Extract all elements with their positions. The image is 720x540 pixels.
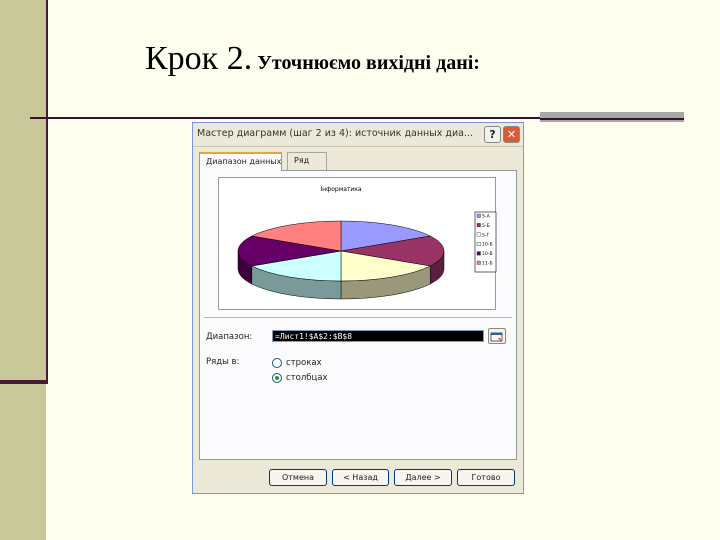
dialog-title: Мастер диаграмм (шаг 2 из 4): источник д… xyxy=(197,128,474,139)
cancel-button[interactable]: Отмена xyxy=(269,469,327,486)
tab-data-range[interactable]: Диапазон данных xyxy=(199,152,282,171)
legend-swatch xyxy=(476,251,481,256)
legend-label: 5-А xyxy=(482,214,491,220)
series-rows-label[interactable]: строках xyxy=(286,358,322,368)
legend-label: 11-Б xyxy=(482,261,493,267)
dialog-titlebar[interactable]: Мастер диаграмм (шаг 2 из 4): источник д… xyxy=(193,123,523,147)
slide-left-band xyxy=(0,0,46,540)
finish-button[interactable]: Готово xyxy=(457,469,515,486)
range-label: Диапазон: xyxy=(206,332,253,342)
slide-left-band-accent xyxy=(0,380,48,384)
chart-preview: Інформатика 5-А 5-Б 5-Г 10-Б 10-В 11-Б xyxy=(218,177,497,310)
series-columns-label[interactable]: столбцах xyxy=(286,373,328,383)
pie-chart: Інформатика 5-А 5-Б 5-Г 10-Б 10-В 11-Б xyxy=(237,186,497,300)
chart-title: Інформатика xyxy=(320,186,362,193)
legend-swatch xyxy=(476,260,481,265)
collapse-dialog-icon xyxy=(490,332,503,342)
slide-title: Крок 2. Уточнюємо вихідні дані: xyxy=(145,40,480,78)
legend-label: 10-Б xyxy=(482,242,493,248)
slide-left-band-border xyxy=(46,0,48,384)
tab-panel: Інформатика 5-А 5-Б 5-Г 10-Б 10-В 11-Б Диапаз… xyxy=(199,170,517,460)
title-underline-accent-line xyxy=(540,118,684,120)
title-underline-accent xyxy=(540,112,684,122)
help-button[interactable]: ? xyxy=(484,126,501,143)
range-input[interactable]: =Лист1!$A$2:$B$8 xyxy=(272,330,484,342)
legend-label: 5-Б xyxy=(482,223,490,229)
legend-swatch xyxy=(476,223,481,228)
legend-label: 5-Г xyxy=(482,232,490,238)
legend-swatch xyxy=(476,232,481,237)
tab-series[interactable]: Ряд xyxy=(287,152,327,170)
legend-swatch xyxy=(476,242,481,246)
legend-label: 10-В xyxy=(482,251,493,257)
chart-wizard-dialog: Мастер диаграмм (шаг 2 из 4): источник д… xyxy=(192,122,524,494)
slide-title-text: Уточнюємо вихідні дані: xyxy=(252,52,480,74)
slide-title-step: Крок 2. xyxy=(145,40,253,77)
range-collapse-button[interactable] xyxy=(488,328,506,344)
series-rows-radio[interactable] xyxy=(272,358,282,368)
next-button[interactable]: Далее > xyxy=(394,469,452,486)
close-button[interactable]: ✕ xyxy=(503,126,520,143)
series-in-label: Ряды в: xyxy=(206,357,240,367)
title-underline xyxy=(30,117,540,119)
series-columns-radio[interactable] xyxy=(272,373,282,383)
back-button[interactable]: < Назад xyxy=(332,469,389,486)
panel-separator xyxy=(204,317,512,318)
legend-swatch xyxy=(476,213,481,218)
pie-slices xyxy=(237,220,445,282)
